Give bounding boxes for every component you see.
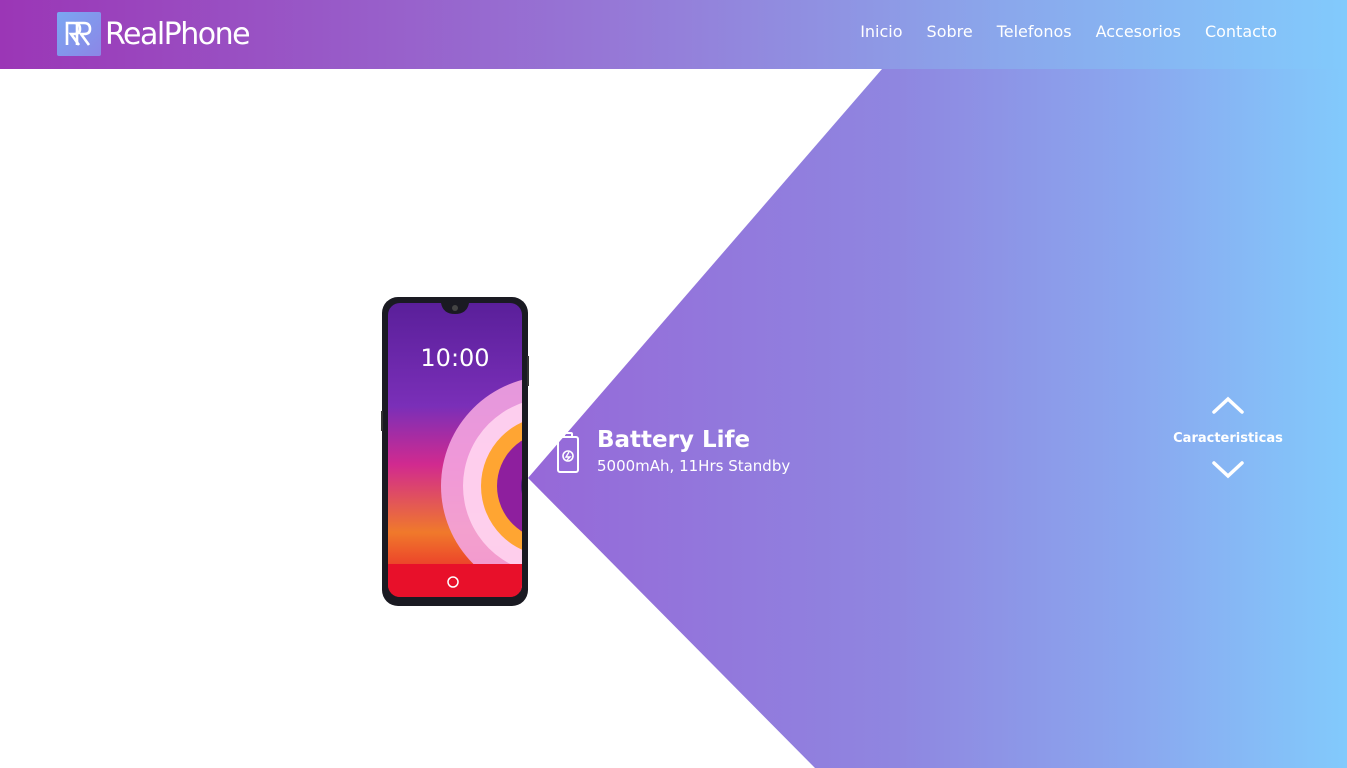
- nav-item-inicio[interactable]: Inicio: [860, 22, 902, 41]
- main-nav: Inicio Sobre Telefonos Accesorios Contac…: [860, 22, 1277, 41]
- chevron-up-icon[interactable]: [1211, 395, 1245, 415]
- site-header: RealPhone Inicio Sobre Telefonos Accesor…: [0, 0, 1347, 69]
- logo[interactable]: RealPhone: [57, 12, 251, 56]
- nav-item-contacto[interactable]: Contacto: [1205, 22, 1277, 41]
- nav-item-telefonos[interactable]: Telefonos: [997, 22, 1072, 41]
- brand-name: RealPhone: [105, 16, 251, 52]
- nav-item-sobre[interactable]: Sobre: [927, 22, 973, 41]
- feature-subtitle: 5000mAh, 11Hrs Standby: [597, 457, 791, 475]
- carousel-label: Caracteristicas: [1173, 431, 1283, 446]
- nav-item-accesorios[interactable]: Accesorios: [1096, 22, 1181, 41]
- chevron-down-icon[interactable]: [1211, 460, 1245, 480]
- phone-image: 10:00: [381, 297, 529, 606]
- battery-icon: [557, 432, 579, 473]
- feature-title: Battery Life: [597, 427, 751, 453]
- feature-carousel-nav: Caracteristicas: [1168, 395, 1288, 480]
- feature-block: Battery Life 5000mAh, 11Hrs Standby: [555, 425, 790, 475]
- phone-clock: 10:00: [420, 344, 489, 372]
- hero-background: [528, 69, 1347, 768]
- rp-monogram-icon: [57, 12, 101, 56]
